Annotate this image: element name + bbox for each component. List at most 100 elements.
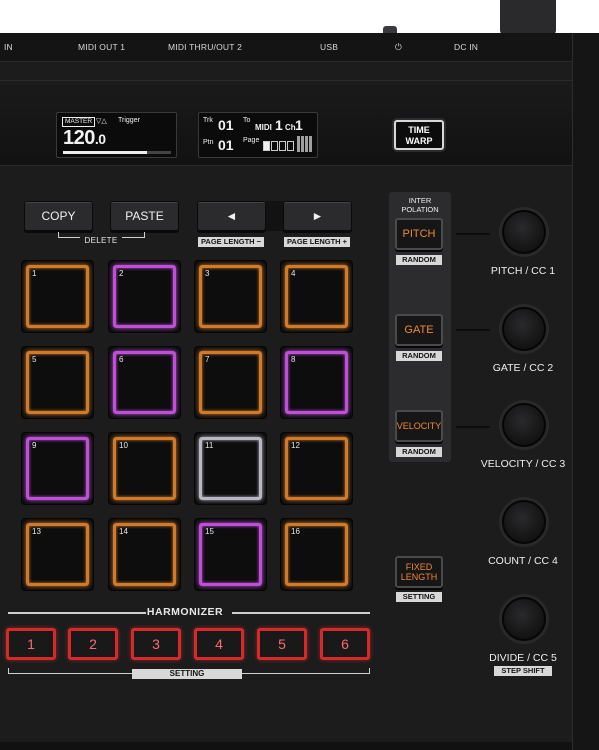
pad-7[interactable]: 7 [194,346,267,419]
pad-16[interactable]: 16 [280,518,353,591]
midi-value: 1 [275,117,283,133]
pad-number: 3 [205,269,210,278]
pad-number: 7 [205,355,210,364]
paste-button[interactable]: PASTE [110,201,179,231]
page-label: Page [243,137,260,144]
count-knob-label: COUNT / CC 4 [488,555,558,567]
divide-knob[interactable] [502,597,546,641]
pad-5[interactable]: 5 [21,346,94,419]
pad-2[interactable]: 2 [108,260,181,333]
bpm-value: 120.0 [63,127,106,149]
port-usb: USB [320,42,339,52]
pad-number: 4 [291,269,296,278]
power-icon: ⏻ [395,42,402,52]
harmonizer-title: HARMONIZER [146,606,224,618]
pad-number: 1 [32,269,37,278]
trigger-label: Trigger [118,117,140,124]
pad-number: 8 [291,355,296,364]
velocity-knob-label: VELOCITY / CC 3 [480,458,566,470]
gate-random-label: RANDOM [396,351,442,361]
page-box [279,141,286,151]
velocity-connector [456,426,490,428]
pad-3[interactable]: 3 [194,260,267,333]
pitch-interpolation-button[interactable]: PITCH [395,218,443,250]
page-length-plus-label: PAGE LENGTH + [284,237,350,247]
harmonizer-button-6[interactable]: 6 [320,628,370,660]
device-side-edge [572,33,599,750]
fixed-length-button[interactable]: FIXED LENGTH [395,556,443,588]
pad-number: 9 [32,441,37,450]
page-buttons-divider [266,201,283,231]
pitch-knob[interactable] [502,210,546,254]
pad-9[interactable]: 9 [21,432,94,505]
pad-number: 16 [291,527,300,536]
harmonizer-line-right [232,612,370,614]
page-right-button[interactable]: ► [283,201,352,231]
port-midi-thru-out-2: MIDI THRU/OUT 2 [168,42,242,52]
pad-6[interactable]: 6 [108,346,181,419]
pad-11[interactable]: 11 [194,432,267,505]
page-length-minus-label: PAGE LENGTH − [198,237,264,247]
pad-number: 15 [205,527,214,536]
midi-label: MIDI [255,123,272,132]
display-track: Trk 01 To MIDI 1 Ch 1 Ptn 01 Page [198,112,318,158]
display-tempo: MASTER ▽△ Trigger 120.0 [56,112,177,158]
pad-12[interactable]: 12 [280,432,353,505]
pad-10[interactable]: 10 [108,432,181,505]
pad-13[interactable]: 13 [21,518,94,591]
harmonizer-button-2[interactable]: 2 [68,628,118,660]
pad-14[interactable]: 14 [108,518,181,591]
pitch-random-label: RANDOM [396,255,442,265]
page-left-button[interactable]: ◄ [197,201,266,231]
ptn-value: 01 [218,137,234,153]
trk-label: Trk [203,117,213,124]
delete-label: DELETE [80,236,122,245]
master-tag: MASTER [62,117,96,127]
pad-number: 6 [119,355,124,364]
harmonizer-button-3[interactable]: 3 [131,628,181,660]
pad-number: 10 [119,441,128,450]
pad-1[interactable]: 1 [21,260,94,333]
copy-button[interactable]: COPY [24,201,93,231]
harmonizer-button-4[interactable]: 4 [194,628,244,660]
device-bottom-edge [0,742,572,750]
to-label: To [243,117,251,124]
page-box [287,141,294,151]
gate-interpolation-button[interactable]: GATE [395,314,443,346]
ch-value: 1 [295,117,303,133]
port-midi-in: IN [4,42,13,52]
time-warp-button[interactable]: TIME WARP [394,120,444,150]
gate-connector [456,329,490,331]
divide-knob-label: DIVIDE / CC 5 [489,652,557,664]
count-knob[interactable] [502,500,546,544]
arrow-right-icon: ► [311,209,324,223]
fixed-length-setting-label: SETTING [396,592,442,602]
harmonizer-setting-label: SETTING [132,669,242,679]
arrow-left-icon: ◄ [225,209,238,223]
port-midi-out-1: MIDI OUT 1 [78,42,126,52]
velocity-interpolation-button[interactable]: VELOCITY [395,410,443,442]
gate-knob-label: GATE / CC 2 [492,362,554,374]
pad-number: 14 [119,527,128,536]
pad-number: 5 [32,355,37,364]
tempo-progress-bar [63,151,171,154]
interpolation-title: INTER POLATION [401,196,439,214]
page-box [263,141,270,151]
trk-value: 01 [218,117,234,133]
power-cable [500,0,556,36]
pad-number: 12 [291,441,300,450]
pad-number: 11 [205,441,214,450]
sync-icon: ▽△ [96,118,107,125]
ptn-label: Ptn [203,139,214,146]
gate-knob[interactable] [502,307,546,351]
pad-number: 13 [32,527,41,536]
step-shift-label: STEP SHIFT [494,666,552,676]
pitch-knob-label: PITCH / CC 1 [490,265,556,277]
harmonizer-button-5[interactable]: 5 [257,628,307,660]
velocity-knob[interactable] [502,403,546,447]
port-dc-in: DC IN [454,42,479,52]
pad-4[interactable]: 4 [280,260,353,333]
pad-8[interactable]: 8 [280,346,353,419]
pad-15[interactable]: 15 [194,518,267,591]
harmonizer-button-1[interactable]: 1 [6,628,56,660]
